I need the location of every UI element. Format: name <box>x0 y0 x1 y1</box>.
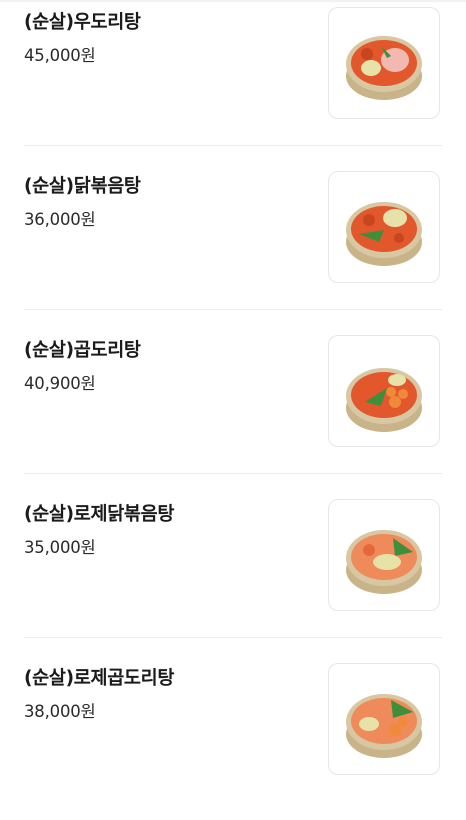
menu-item[interactable]: (순살)곱도리탕 40,900원 <box>0 328 466 492</box>
menu-item-name: (순살)로제곱도리탕 <box>24 668 175 689</box>
divider <box>24 309 442 310</box>
menu-item-price: 40,900원 <box>24 374 96 393</box>
menu-item-price: 35,000원 <box>24 538 96 557</box>
menu-item-price: 36,000원 <box>24 210 96 229</box>
menu-item[interactable]: (순살)닭볶음탕 36,000원 <box>0 164 466 328</box>
divider <box>24 637 442 638</box>
divider <box>24 145 442 146</box>
menu-item-name: (순살)곱도리탕 <box>24 340 141 361</box>
menu-item[interactable]: (순살)로제닭볶음탕 35,000원 <box>0 492 466 656</box>
divider <box>24 473 442 474</box>
dish-photo-icon <box>328 499 440 611</box>
menu-item[interactable]: (순살)우도리탕 45,000원 <box>0 0 466 164</box>
dish-photo-icon <box>328 7 440 119</box>
menu-item-name: (순살)로제닭볶음탕 <box>24 504 175 525</box>
dish-photo-icon <box>328 335 440 447</box>
menu-item[interactable]: (순살)로제곱도리탕 38,000원 <box>0 656 466 820</box>
dish-photo-icon <box>328 663 440 775</box>
menu-item-price: 38,000원 <box>24 702 96 721</box>
menu-item-price: 45,000원 <box>24 46 96 65</box>
menu-item-name: (순살)우도리탕 <box>24 12 141 33</box>
menu-item-name: (순살)닭볶음탕 <box>24 176 141 197</box>
dish-photo-icon <box>328 171 440 283</box>
